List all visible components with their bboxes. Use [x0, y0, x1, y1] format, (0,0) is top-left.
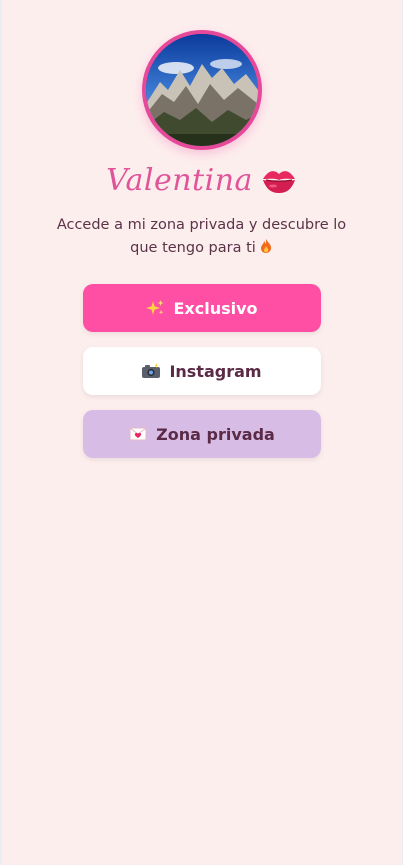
exclusive-label: Exclusivo: [173, 298, 258, 318]
love-letter-icon: [128, 425, 148, 443]
avatar: [141, 30, 262, 150]
camera-flash-icon: [141, 362, 161, 380]
sparkles-icon: [145, 299, 165, 317]
instagram-button[interactable]: Instagram: [82, 347, 321, 395]
private-zone-button[interactable]: Zona privada: [82, 410, 321, 458]
mountain-landscape-photo: [145, 34, 258, 146]
bio-text: Accede a mi zona privada y descubre lo q…: [52, 214, 352, 260]
kiss-lips-icon: [261, 165, 297, 195]
exclusive-button[interactable]: Exclusivo: [82, 284, 321, 332]
bio-label: Accede a mi zona privada y descubre lo q…: [56, 217, 347, 256]
private-zone-label: Zona privada: [156, 424, 275, 444]
link-list: Exclusivo Instagram Zona privada: [82, 284, 321, 458]
name-row: Valentina: [106, 160, 297, 200]
instagram-label: Instagram: [169, 361, 262, 381]
profile-name: Valentina: [106, 162, 253, 198]
profile-card: Valentina Accede a mi zona privada y des…: [0, 0, 403, 458]
fire-icon: [259, 238, 273, 254]
